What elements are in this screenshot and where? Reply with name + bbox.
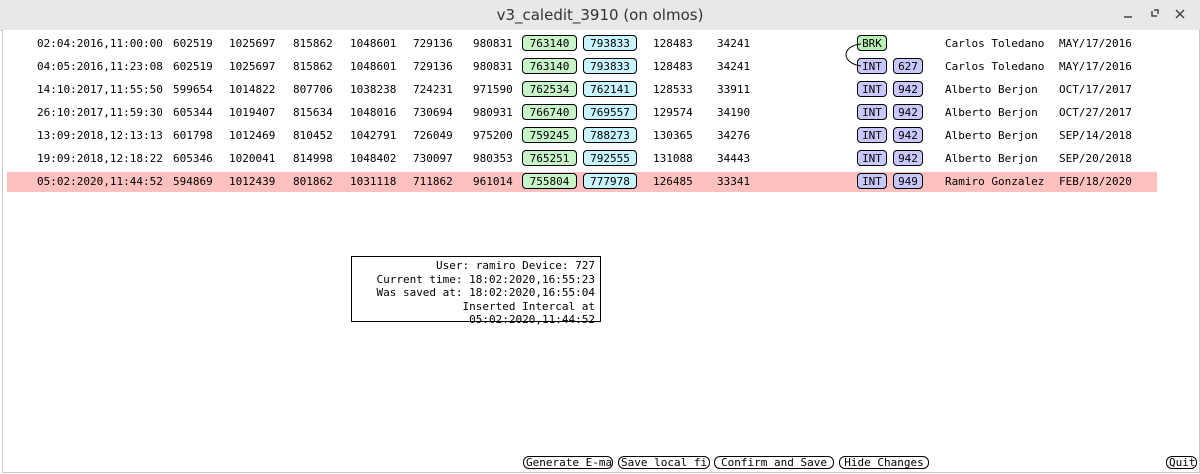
cell-name: Alberto Berjon (945, 106, 1038, 119)
cell-c7: 129574 (653, 106, 693, 119)
cell-date: MAY/17/2016 (1059, 60, 1132, 73)
int-tag[interactable]: INT (857, 150, 887, 166)
cell-date: OCT/17/2017 (1059, 83, 1132, 96)
calibration-editor: 02:04:2016,11:00:00 602519 1025697 815862 10… (2, 30, 1200, 473)
cell-c3: 801862 (293, 175, 333, 188)
cell-c5: 726049 (413, 129, 453, 142)
cell-c5: 730694 (413, 106, 453, 119)
intercal-number[interactable]: 942 (893, 127, 923, 143)
cell-date: SEP/20/2018 (1059, 152, 1132, 165)
cyan-value-pill[interactable]: 792555 (583, 150, 637, 166)
cell-date: OCT/27/2017 (1059, 106, 1132, 119)
cell-name: Alberto Berjon (945, 83, 1038, 96)
cell-c8: 33341 (717, 175, 751, 188)
cell-c4: 1042791 (350, 129, 397, 142)
info-inserted-intercal: Inserted Intercal at 05:02:2020,11:44:52 (462, 299, 595, 327)
cell-c4: 1031118 (350, 175, 397, 188)
cell-c1: 605344 (173, 106, 213, 119)
cell-c8: 34276 (717, 129, 751, 142)
intercal-number[interactable]: 949 (893, 173, 923, 189)
table-row[interactable]: 05:02:2020,11:44:52 594869 1012439 801862 10… (7, 172, 1157, 192)
restore-icon[interactable] (1146, 6, 1162, 22)
green-value-pill[interactable]: 766740 (522, 104, 577, 120)
cell-c1: 605346 (173, 152, 213, 165)
cell-ts: 13:09:2018,12:13:13 (37, 129, 163, 142)
table-row[interactable]: 19:09:2018,12:18:22 605346 1020041 814998 10… (7, 149, 1157, 169)
cell-c1: 601798 (173, 129, 213, 142)
brk-int-connector (845, 43, 862, 67)
cell-c7: 131088 (653, 152, 693, 165)
cell-c2: 1012469 (229, 129, 276, 142)
cell-c4: 1048402 (350, 152, 397, 165)
cell-c7: 126485 (653, 175, 693, 188)
cell-c6: 980353 (473, 152, 513, 165)
cell-c6: 961014 (473, 175, 513, 188)
intercal-number[interactable]: 942 (893, 150, 923, 166)
cell-ts: 19:09:2018,12:18:22 (37, 152, 163, 165)
cell-name: Alberto Berjon (945, 129, 1038, 142)
cell-date: FEB/18/2020 (1059, 175, 1132, 188)
hide-changes-button[interactable]: Hide Changes (839, 456, 929, 469)
save-local-file-button[interactable]: Save local file (618, 456, 710, 469)
cell-c7: 130365 (653, 129, 693, 142)
cell-c6: 980931 (473, 106, 513, 119)
cell-name: Ramiro Gonzalez (945, 175, 1045, 188)
int-tag[interactable]: INT (857, 173, 887, 189)
cell-date: MAY/17/2016 (1059, 37, 1132, 50)
cell-c3: 814998 (293, 152, 333, 165)
cell-name: Alberto Berjon (945, 152, 1038, 165)
int-tag[interactable]: INT (857, 127, 887, 143)
intercal-number[interactable]: 942 (893, 104, 923, 120)
minimize-icon[interactable] (1120, 6, 1136, 22)
generate-email-button[interactable]: Generate E-mail (523, 456, 613, 469)
cell-c5: 730097 (413, 152, 453, 165)
cell-ts: 26:10:2017,11:59:30 (37, 106, 163, 119)
info-user-device: User: ramiro Device: 727 (436, 259, 595, 272)
cell-c3: 810452 (293, 129, 333, 142)
quit-button[interactable]: Quit (1166, 456, 1197, 469)
cyan-value-pill[interactable]: 777978 (583, 173, 637, 189)
cell-c6: 975200 (473, 129, 513, 142)
cell-date: SEP/14/2018 (1059, 129, 1132, 142)
window-title: v3_caledit_3910 (on olmos) (496, 6, 704, 24)
cell-c2: 1020041 (229, 152, 276, 165)
cell-c4: 1048016 (350, 106, 397, 119)
cell-c2: 1019407 (229, 106, 276, 119)
cell-name: Carlos Toledano (945, 37, 1045, 50)
cell-c8: 34190 (717, 106, 751, 119)
cyan-value-pill[interactable]: 769557 (583, 104, 637, 120)
confirm-and-save-button[interactable]: Confirm and Save (714, 456, 834, 469)
green-value-pill[interactable]: 759245 (522, 127, 577, 143)
table-row[interactable]: 26:10:2017,11:59:30 605344 1019407 815634 10… (7, 103, 1157, 123)
session-info-box: User: ramiro Device: 727 Current time: 1… (351, 256, 601, 326)
info-saved-at: Was saved at: 18:02:2020,16:55:04 (376, 286, 595, 299)
cell-c3: 815634 (293, 106, 333, 119)
cell-name: Carlos Toledano (945, 60, 1045, 73)
close-icon[interactable] (1172, 6, 1188, 22)
info-current-time: Current time: 18:02:2020,16:55:23 (376, 272, 595, 286)
table-row[interactable]: 13:09:2018,12:13:13 601798 1012469 810452 10… (7, 126, 1157, 146)
cell-ts: 05:02:2020,11:44:52 (37, 175, 163, 188)
int-tag[interactable]: INT (857, 104, 887, 120)
cell-c1: 594869 (173, 175, 213, 188)
green-value-pill[interactable]: 765251 (522, 150, 577, 166)
cell-c2: 1012439 (229, 175, 276, 188)
connector-line (845, 43, 862, 67)
title-bar: v3_caledit_3910 (on olmos) (0, 0, 1200, 31)
cell-c5: 711862 (413, 175, 453, 188)
green-value-pill[interactable]: 755804 (522, 173, 577, 189)
cell-c8: 34443 (717, 152, 751, 165)
cyan-value-pill[interactable]: 788273 (583, 127, 637, 143)
